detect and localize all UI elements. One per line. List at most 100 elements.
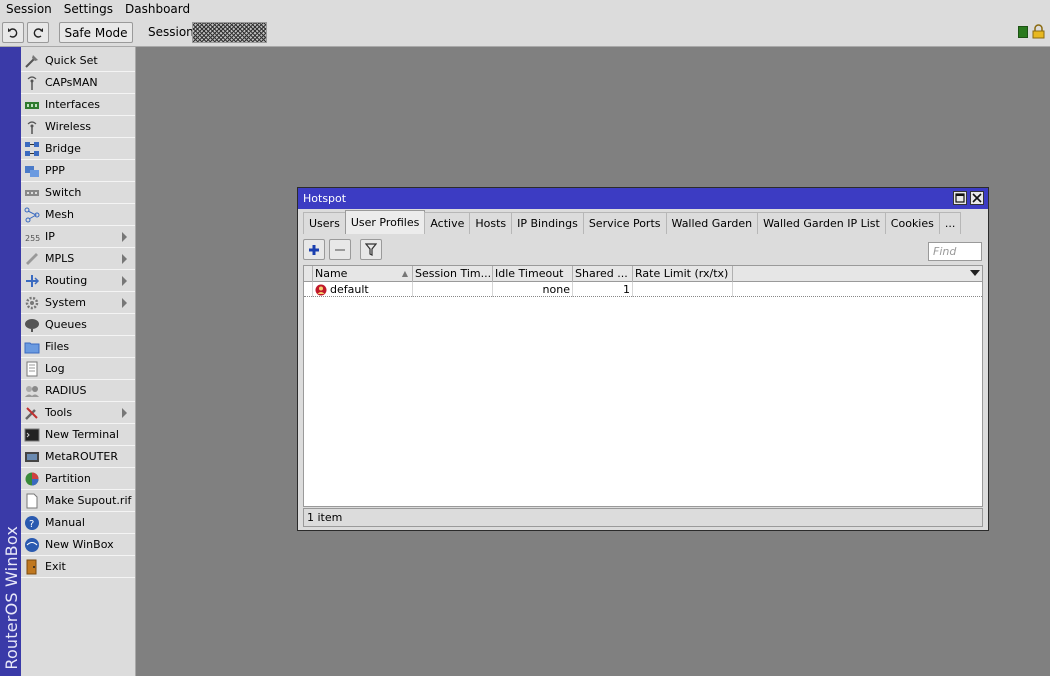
nav-item-label: Queues — [45, 318, 87, 331]
nav-item-interfaces[interactable]: Interfaces — [21, 94, 135, 116]
filter-button[interactable] — [360, 239, 382, 260]
nav-item-label: Files — [45, 340, 70, 353]
nav-item-label: Tools — [45, 406, 73, 419]
nav-item-exit[interactable]: Exit — [21, 556, 135, 578]
table-row[interactable]: default none 1 — [304, 282, 982, 297]
sort-ascending-icon: ▲ — [401, 269, 408, 278]
submenu-arrow-icon — [122, 254, 127, 264]
tab-walled-garden-ip-list[interactable]: Walled Garden IP List — [757, 212, 886, 234]
nav-item-label: Partition — [45, 472, 91, 485]
nav-item-files[interactable]: Files — [21, 336, 135, 358]
filter-icon — [365, 243, 377, 256]
status-bar: 1 item — [303, 508, 983, 527]
nav-item-label: New WinBox — [45, 538, 114, 551]
undo-button[interactable] — [2, 22, 24, 43]
nav-item-wireless[interactable]: Wireless — [21, 116, 135, 138]
column-shared-users[interactable]: Shared ... — [573, 266, 633, 282]
menu-dashboard[interactable]: Dashboard — [119, 0, 196, 19]
nav-item-label: MPLS — [45, 252, 75, 265]
nav-item-new-winbox[interactable]: New WinBox — [21, 534, 135, 556]
column-name[interactable]: Name ▲ — [313, 266, 413, 282]
nav-item-bridge[interactable]: Bridge — [21, 138, 135, 160]
menu-bar: Session Settings Dashboard — [0, 0, 1050, 19]
nav-item-mesh[interactable]: Mesh — [21, 204, 135, 226]
manual-icon: ? — [24, 515, 40, 531]
wireless-icon — [24, 119, 40, 135]
table-header: Name ▲ Session Tim... Idle Timeout Shared… — [304, 266, 982, 282]
queues-icon — [24, 317, 40, 333]
supout-icon — [24, 493, 40, 509]
tab-active[interactable]: Active — [424, 212, 471, 234]
interfaces-icon — [24, 97, 40, 113]
tab-users[interactable]: Users — [303, 212, 346, 234]
redo-icon — [33, 27, 43, 38]
cell-rate-limit — [633, 282, 733, 297]
hotspot-window: Hotspot Users User Profiles Active Hosts… — [297, 187, 989, 531]
close-button[interactable] — [970, 191, 984, 205]
nav-item-quick-set[interactable]: Quick Set — [21, 50, 135, 72]
nav-item-label: CAPsMAN — [45, 76, 98, 89]
routing-icon — [24, 273, 40, 289]
column-idle-timeout[interactable]: Idle Timeout — [493, 266, 573, 282]
submenu-arrow-icon — [122, 408, 127, 418]
nav-item-metarouter[interactable]: MetaROUTER — [21, 446, 135, 468]
tab-cookies[interactable]: Cookies — [884, 212, 940, 234]
tab-user-profiles[interactable]: User Profiles — [344, 210, 426, 234]
metarouter-icon — [24, 449, 40, 465]
header-filler — [733, 266, 982, 282]
nav-item-label: Mesh — [45, 208, 74, 221]
close-icon — [972, 193, 982, 203]
files-icon — [24, 339, 40, 355]
tools-icon — [24, 405, 40, 421]
undo-icon — [8, 27, 18, 38]
tab-service-ports[interactable]: Service Ports — [582, 212, 667, 234]
add-button[interactable] — [303, 239, 325, 260]
nav-item-label: Make Supout.rif — [45, 494, 132, 507]
user-profiles-table: Name ▲ Session Tim... Idle Timeout Shared… — [303, 265, 983, 507]
nav-item-ppp[interactable]: PPP — [21, 160, 135, 182]
nav-item-capsman[interactable]: CAPsMAN — [21, 72, 135, 94]
bridge-icon — [24, 141, 40, 157]
nav-item-manual[interactable]: ? Manual — [21, 512, 135, 534]
plus-icon — [309, 244, 319, 255]
row-spacer — [304, 282, 313, 297]
safe-mode-button[interactable]: Safe Mode — [59, 22, 133, 43]
window-title[interactable]: Hotspot — [298, 188, 988, 209]
toolbar: Safe Mode Session: — [0, 19, 1050, 47]
redo-button[interactable] — [27, 22, 49, 43]
tab-ip-bindings[interactable]: IP Bindings — [511, 212, 584, 234]
column-session-timeout[interactable]: Session Tim... — [413, 266, 493, 282]
maximize-button[interactable] — [953, 191, 967, 205]
menu-settings[interactable]: Settings — [58, 0, 119, 19]
svg-text:255: 255 — [25, 234, 40, 243]
nav-item-system[interactable]: System — [21, 292, 135, 314]
nav-item-label: Wireless — [45, 120, 92, 133]
find-input[interactable]: Find — [928, 242, 982, 261]
nav-item-routing[interactable]: Routing — [21, 270, 135, 292]
nav-item-label: Switch — [45, 186, 82, 199]
tab-hosts[interactable]: Hosts — [469, 212, 513, 234]
nav-item-ip[interactable]: 255 IP — [21, 226, 135, 248]
column-menu-icon[interactable] — [970, 270, 980, 276]
nav-item-log[interactable]: Log — [21, 358, 135, 380]
nav-item-label: MetaROUTER — [45, 450, 118, 463]
remove-button[interactable] — [329, 239, 351, 260]
tab-more[interactable]: ... — [938, 212, 962, 234]
radius-icon — [24, 383, 40, 399]
nav-item-tools[interactable]: Tools — [21, 402, 135, 424]
nav-item-queues[interactable]: Queues — [21, 314, 135, 336]
session-field — [192, 22, 267, 43]
quick-set-icon — [24, 53, 40, 69]
nav-item-make-supout-rif[interactable]: Make Supout.rif — [21, 490, 135, 512]
nav-item-label: RADIUS — [45, 384, 87, 397]
tab-walled-garden[interactable]: Walled Garden — [665, 212, 759, 234]
nav-item-switch[interactable]: Switch — [21, 182, 135, 204]
nav-item-partition[interactable]: Partition — [21, 468, 135, 490]
column-rate-limit[interactable]: Rate Limit (rx/tx) — [633, 266, 733, 282]
menu-session[interactable]: Session — [0, 0, 58, 19]
capsman-icon — [24, 75, 40, 91]
session-label: Session: — [148, 25, 198, 39]
nav-item-radius[interactable]: RADIUS — [21, 380, 135, 402]
nav-item-mpls[interactable]: MPLS — [21, 248, 135, 270]
nav-item-new-terminal[interactable]: New Terminal — [21, 424, 135, 446]
